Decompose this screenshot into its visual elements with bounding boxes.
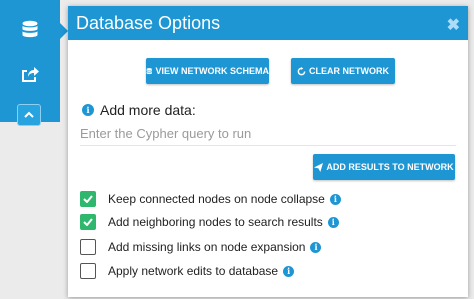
export-button[interactable] — [0, 52, 60, 96]
option-add-missing-links: Add missing links on node expansion i — [80, 239, 322, 255]
chevron-up-icon — [24, 111, 34, 118]
database-icon — [22, 20, 38, 38]
refresh-icon — [297, 66, 306, 75]
clear-network-button[interactable]: CLEAR NETWORK — [291, 58, 395, 84]
info-icon[interactable]: i — [310, 241, 322, 253]
send-icon — [314, 162, 324, 172]
option-keep-connected-nodes: Keep connected nodes on node collapse i — [80, 191, 341, 207]
option-label: Apply network edits to database — [108, 264, 279, 278]
database-icon — [146, 67, 152, 74]
add-more-data-label: i Add more data: — [82, 102, 196, 118]
option-label: Keep connected nodes on node collapse — [108, 192, 325, 206]
checkmark-icon — [83, 195, 93, 203]
checkmark-icon — [83, 218, 93, 226]
view-network-schema-label: VIEW NETWORK SCHEMA — [155, 66, 270, 76]
info-icon[interactable]: i — [329, 193, 341, 205]
add-neighboring-nodes-checkbox[interactable] — [80, 214, 96, 230]
option-apply-network-edits: Apply network edits to database i — [80, 263, 295, 279]
option-add-neighboring-nodes: Add neighboring nodes to search results … — [80, 214, 339, 230]
keep-connected-nodes-checkbox[interactable] — [80, 191, 96, 207]
option-label: Add neighboring nodes to search results — [108, 215, 323, 229]
database-options-panel: Database Options ✖ VIEW NETWORK SCHEMA C… — [68, 6, 468, 297]
add-more-data-text: Add more data: — [100, 102, 196, 118]
add-results-label: ADD RESULTS TO NETWORK — [326, 162, 454, 172]
info-icon[interactable]: i — [82, 104, 94, 116]
add-results-to-network-button[interactable]: ADD RESULTS TO NETWORK — [313, 154, 455, 180]
panel-title: Database Options — [76, 12, 221, 33]
option-label: Add missing links on node expansion — [108, 240, 306, 254]
clear-network-label: CLEAR NETWORK — [309, 66, 389, 76]
database-options-button[interactable] — [0, 8, 60, 52]
view-network-schema-button[interactable]: VIEW NETWORK SCHEMA — [146, 58, 269, 84]
sidebar — [0, 0, 60, 126]
panel-header: Database Options ✖ — [68, 6, 468, 40]
cypher-query-input[interactable] — [80, 122, 456, 146]
info-icon[interactable]: i — [327, 216, 339, 228]
collapse-sidebar-button[interactable] — [17, 104, 41, 126]
close-icon[interactable]: ✖ — [447, 15, 460, 35]
share-icon — [22, 67, 39, 82]
add-missing-links-checkbox[interactable] — [80, 239, 96, 255]
panel-pointer — [59, 22, 68, 40]
info-icon[interactable]: i — [283, 265, 295, 277]
apply-network-edits-checkbox[interactable] — [80, 263, 96, 279]
